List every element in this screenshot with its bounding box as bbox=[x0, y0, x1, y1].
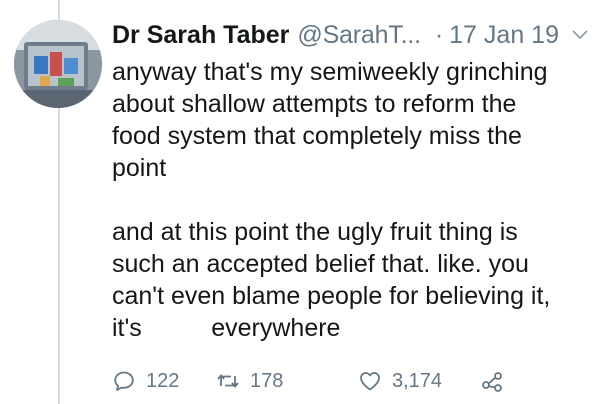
reply-button[interactable]: 122 bbox=[112, 366, 179, 396]
tweet-actions: 122 178 3,174 bbox=[112, 366, 582, 396]
tweet-text: anyway that's my semiweekly grinching ab… bbox=[112, 56, 582, 344]
avatar-image bbox=[14, 20, 102, 108]
retweet-icon bbox=[216, 369, 240, 393]
tweet-paragraph: anyway that's my semiweekly grinching ab… bbox=[112, 58, 548, 182]
retweet-count: 178 bbox=[250, 369, 284, 392]
like-button[interactable]: 3,174 bbox=[358, 366, 442, 396]
avatar[interactable] bbox=[14, 20, 102, 108]
display-name[interactable]: Dr Sarah Taber bbox=[112, 14, 289, 56]
tweet-date[interactable]: 17 Jan 19 bbox=[449, 14, 559, 56]
heart-icon bbox=[358, 369, 382, 393]
chevron-down-icon[interactable] bbox=[571, 26, 589, 44]
separator-dot: · bbox=[434, 21, 444, 49]
tweet-paragraph: and at this point the ugly fruit thing i… bbox=[112, 218, 551, 342]
reply-count: 122 bbox=[146, 369, 180, 392]
share-icon bbox=[480, 369, 504, 393]
user-handle[interactable]: @SarahT... bbox=[297, 14, 421, 56]
retweet-button[interactable]: 178 bbox=[216, 366, 283, 396]
reply-icon bbox=[112, 369, 136, 393]
share-button[interactable] bbox=[480, 366, 514, 396]
tweet-header: Dr Sarah Taber @SarahT... · 17 Jan 19 bbox=[112, 14, 591, 56]
like-count: 3,174 bbox=[392, 369, 443, 392]
